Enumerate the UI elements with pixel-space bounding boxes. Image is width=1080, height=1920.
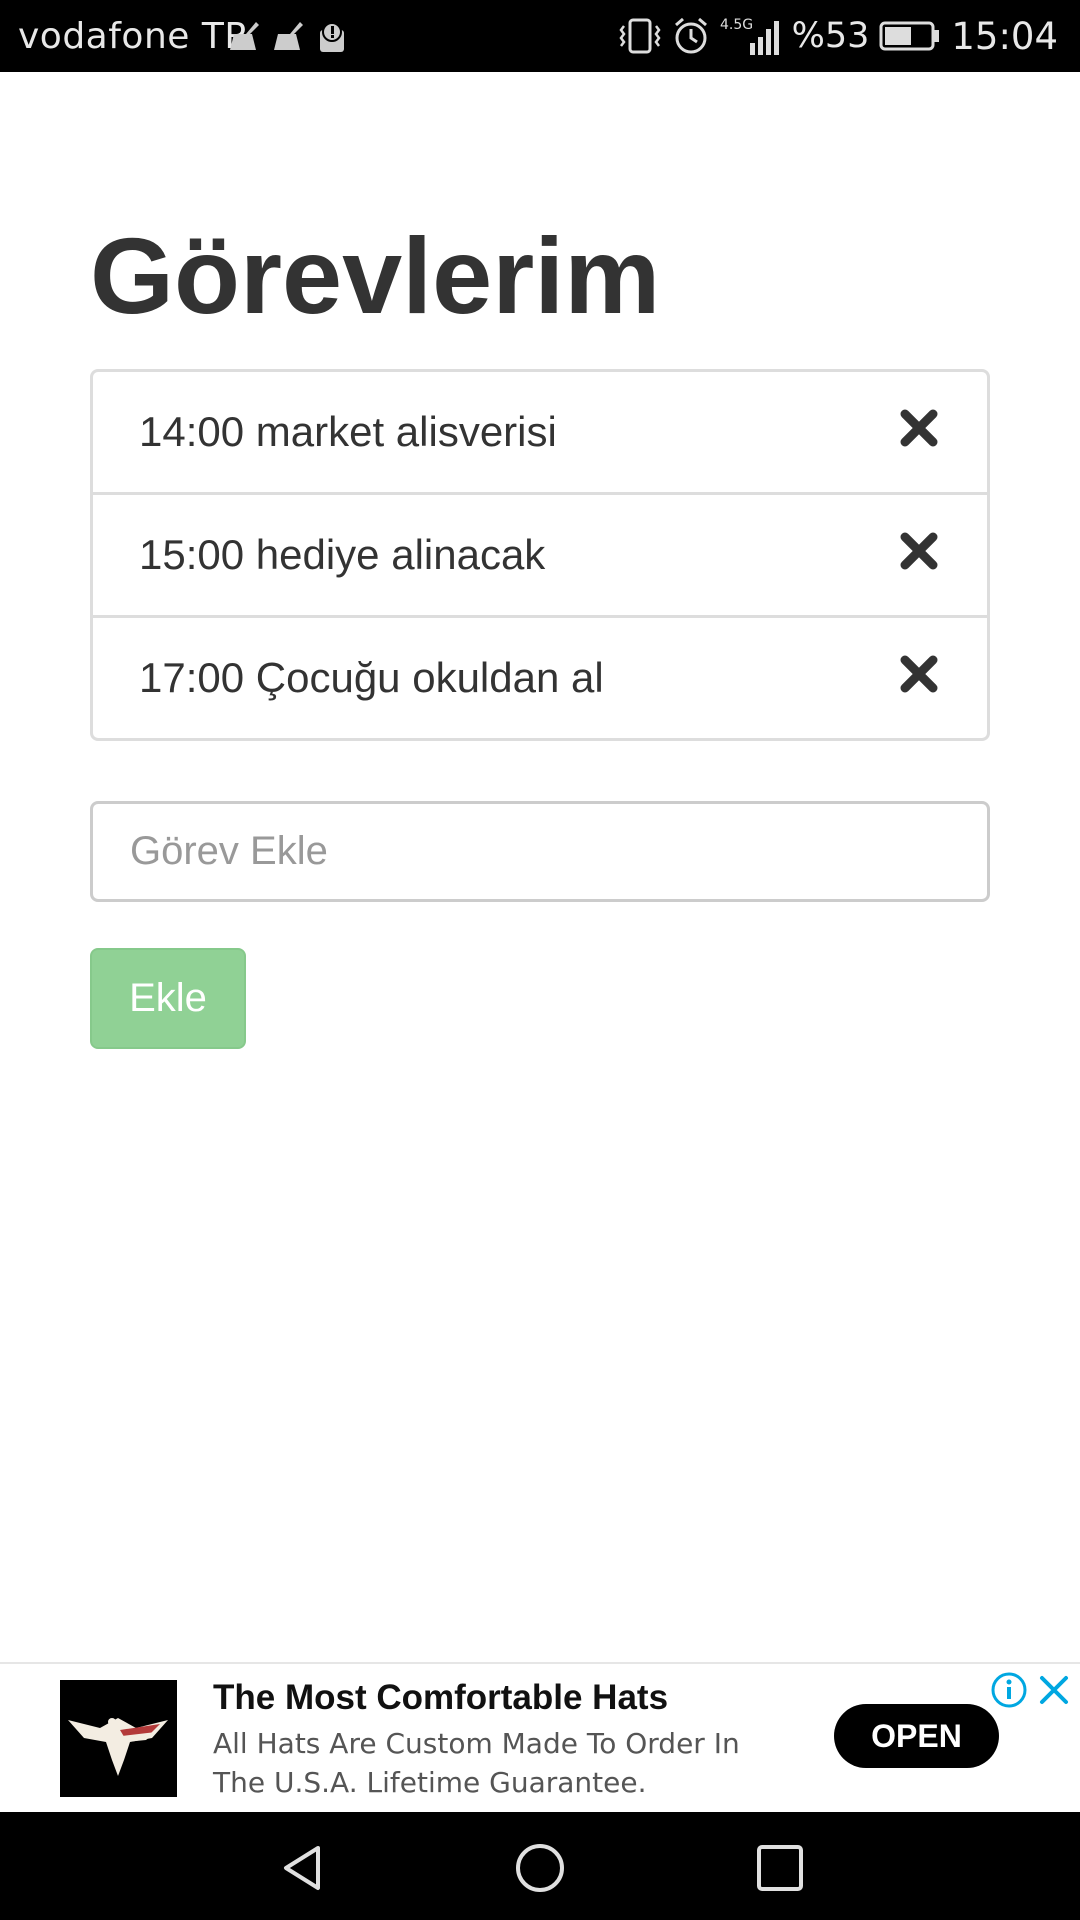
battery-percent: %53 [791,16,870,56]
task-input[interactable] [90,801,990,902]
carrier-name: vodafone TR [18,16,250,57]
ad-banner[interactable]: The Most Comfortable Hats All Hats Are C… [0,1662,1080,1810]
close-x-icon[interactable] [895,527,943,575]
network-type: 4.5G [720,17,753,33]
clock: 15:04 [951,14,1058,58]
ad-description[interactable]: All Hats Are Custom Made To Order In The… [213,1724,773,1802]
close-x-icon[interactable] [895,650,943,698]
signal-icon: 4.5G [720,17,779,55]
info-icon[interactable] [990,1671,1028,1709]
cleaner-notification-icon [230,22,259,50]
status-icons: 4.5G %53 15:04 [618,14,1058,58]
task-text: 14:00 market alisverisi [139,408,557,455]
circle-home-icon[interactable] [514,1842,566,1894]
cleaner-notification-icon [274,22,303,50]
alert-notification-icon [320,22,344,52]
eagle-flag-logo-icon [68,1718,168,1776]
ad-image[interactable] [60,1680,177,1797]
task-item: 17:00 Çocuğu okuldan al [93,618,987,738]
ad-title[interactable]: The Most Comfortable Hats [213,1678,668,1718]
vibrate-icon [619,18,661,54]
close-x-icon[interactable] [895,404,943,452]
navigation-bar [0,1812,1080,1920]
ad-open-button[interactable]: OPEN [834,1704,999,1768]
status-bar: vodafone TR 4.5G %53 15:04 [0,0,1080,72]
add-task-button[interactable]: Ekle [90,948,246,1049]
task-text: 17:00 Çocuğu okuldan al [139,654,604,701]
close-icon[interactable] [1036,1672,1072,1708]
battery-icon [879,21,940,51]
task-text: 15:00 hediye alinacak [139,531,546,578]
square-recents-icon[interactable] [754,1842,806,1894]
page-title: Görevlerim [90,215,661,336]
alarm-icon [674,17,707,54]
task-item: 14:00 market alisverisi [93,372,987,495]
task-list: 14:00 market alisverisi 15:00 hediye ali… [90,369,990,741]
task-item: 15:00 hediye alinacak [93,495,987,618]
triangle-back-icon[interactable] [276,1842,328,1894]
